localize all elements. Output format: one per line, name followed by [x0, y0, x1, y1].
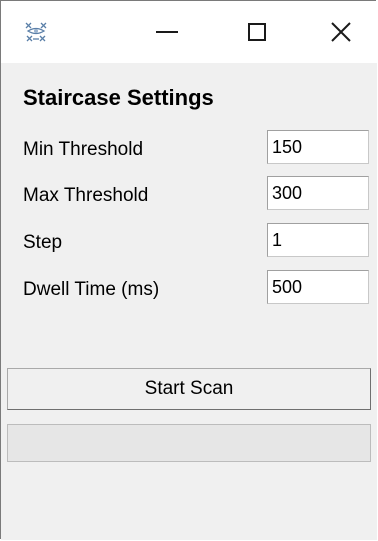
panel-title: Staircase Settings: [23, 85, 214, 110]
step-input[interactable]: [267, 223, 369, 257]
minimize-button[interactable]: [136, 1, 198, 63]
minimize-icon: [156, 31, 178, 33]
close-icon: [331, 22, 351, 42]
dwell-time-input[interactable]: [267, 270, 369, 304]
max-threshold-input[interactable]: [267, 176, 369, 210]
app-window: Staircase Settings Min Threshold Max Thr…: [0, 0, 377, 540]
step-label: Step: [23, 232, 63, 253]
settings-panel: Staircase Settings Min Threshold Max Thr…: [1, 63, 377, 540]
min-threshold-input[interactable]: [267, 130, 369, 164]
maximize-icon: [248, 23, 266, 41]
max-threshold-label: Max Threshold: [23, 185, 149, 206]
app-icon: [25, 22, 47, 42]
dwell-time-label: Dwell Time (ms): [23, 279, 160, 300]
title-bar[interactable]: [1, 1, 377, 63]
start-scan-button[interactable]: Start Scan: [7, 368, 371, 410]
maximize-button[interactable]: [226, 1, 288, 63]
close-button[interactable]: [310, 1, 372, 63]
min-threshold-label: Min Threshold: [23, 139, 144, 160]
scan-progress-bar: [7, 424, 371, 462]
